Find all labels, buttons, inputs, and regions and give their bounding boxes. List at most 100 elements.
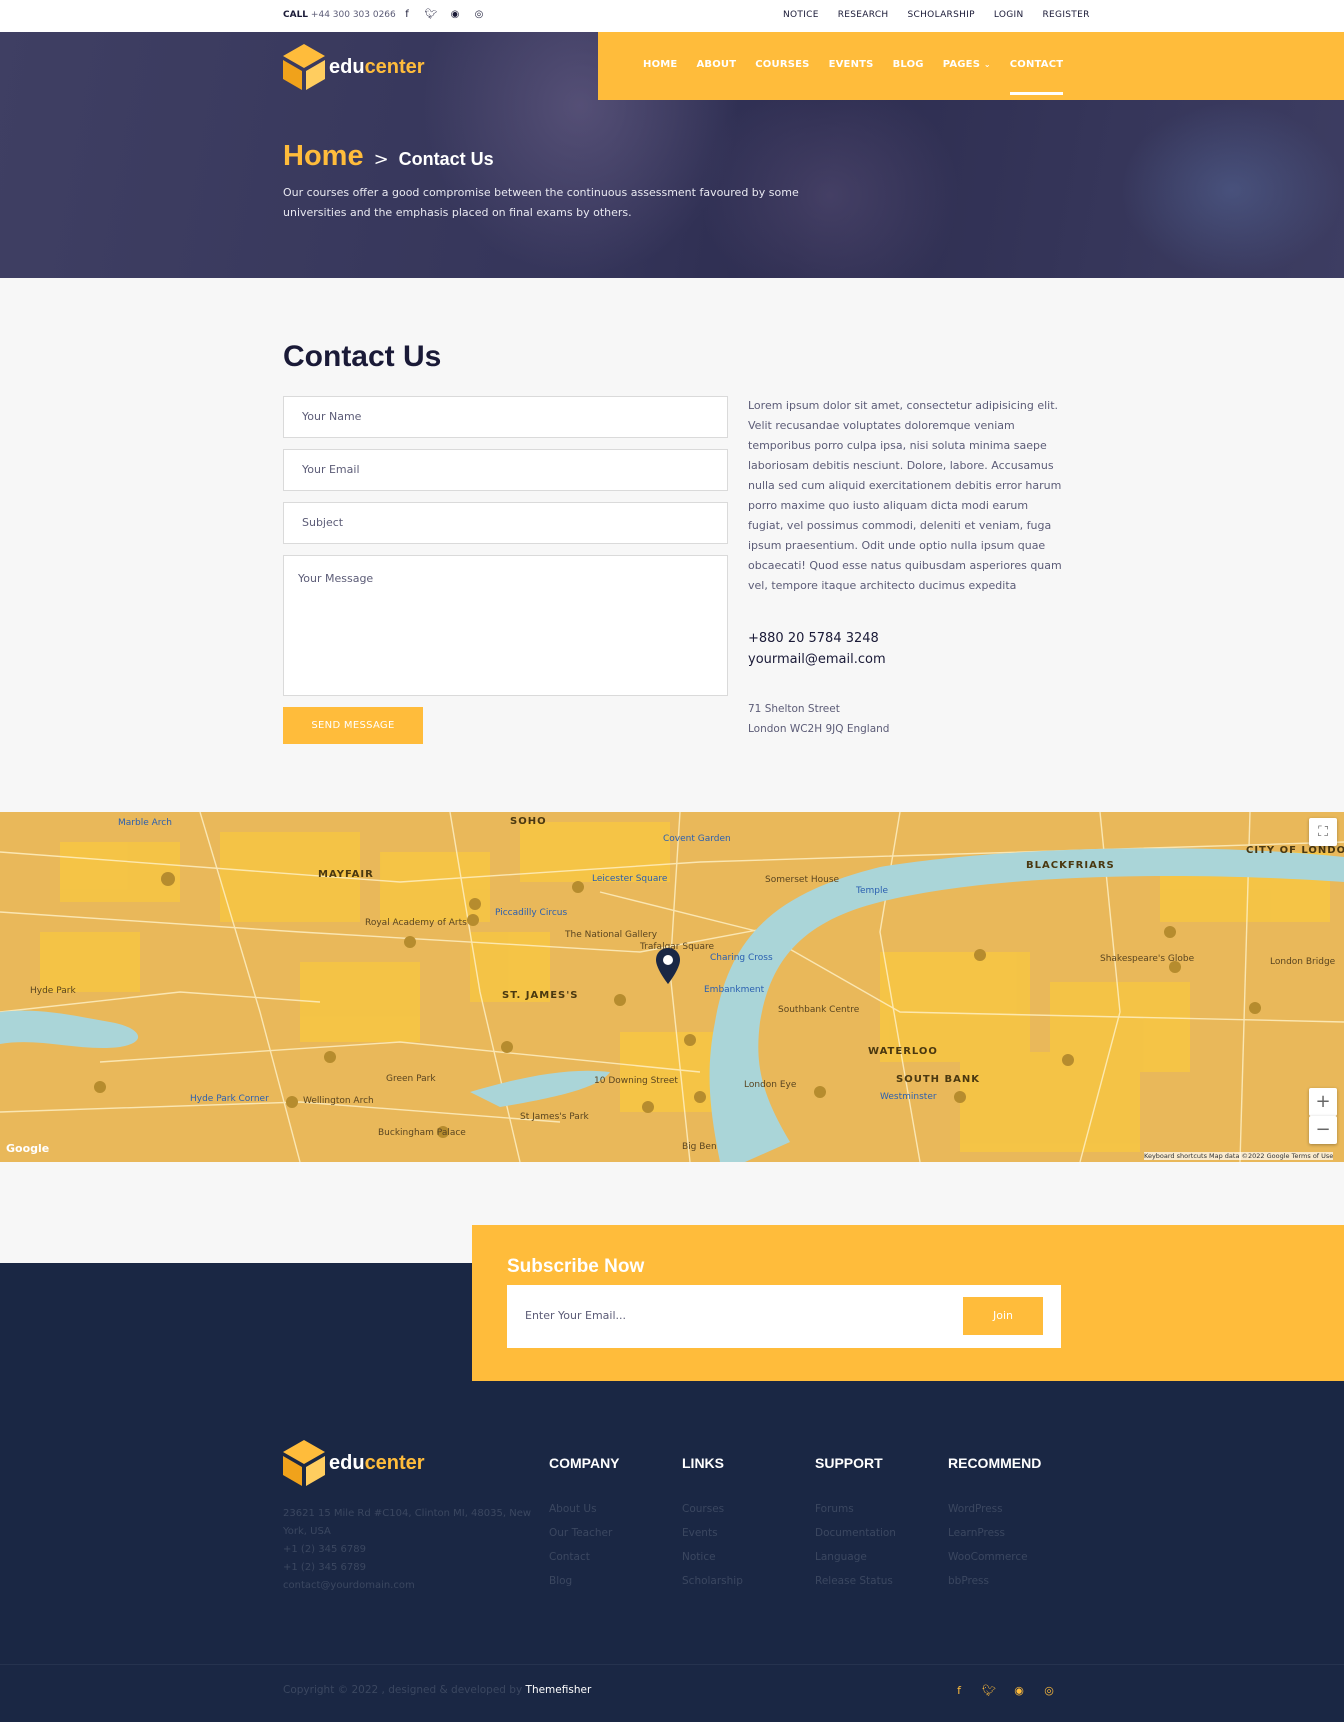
- map-label-downing-street: 10 Downing Street: [594, 1076, 678, 1086]
- google-map[interactable]: SOHO MAYFAIR ST. JAMES'S BLACKFRIARS CIT…: [0, 812, 1344, 1162]
- zoom-in-button[interactable]: +: [1309, 1088, 1337, 1116]
- footer-link[interactable]: Courses: [682, 1497, 822, 1521]
- nav-contact[interactable]: CONTACT: [1009, 59, 1064, 95]
- map-canvas: [0, 812, 1344, 1162]
- footer-link[interactable]: Language: [815, 1545, 955, 1569]
- map-label-national-gallery: The National Gallery: [565, 930, 658, 940]
- top-bar: CALL +44 300 303 0266 f 🐦︎ ◉ ◎ NOTICE RE…: [0, 0, 1344, 32]
- subject-input[interactable]: Subject: [283, 502, 728, 544]
- toplink-register[interactable]: REGISTER: [1043, 10, 1090, 20]
- toplink-notice[interactable]: NOTICE: [783, 10, 819, 20]
- toplink-login[interactable]: LOGIN: [994, 10, 1024, 20]
- facebook-icon[interactable]: f: [952, 1684, 966, 1698]
- footer-link[interactable]: Blog: [549, 1569, 689, 1593]
- footer-logo-edu: edu: [329, 1451, 365, 1474]
- footer-column-title: SUPPORT: [815, 1455, 883, 1471]
- footer-link[interactable]: Documentation: [815, 1521, 955, 1545]
- twitter-icon[interactable]: 🐦︎: [982, 1684, 996, 1698]
- instagram-icon[interactable]: ◎: [472, 8, 486, 22]
- logo-cube-icon: [283, 44, 325, 90]
- join-button[interactable]: Join: [963, 1297, 1043, 1335]
- map-label-temple: Temple: [856, 886, 889, 896]
- breadcrumb-current: Contact Us: [398, 149, 494, 169]
- footer-link[interactable]: Forums: [815, 1497, 955, 1521]
- call-info: CALL +44 300 303 0266: [283, 10, 396, 20]
- map-label-southbank-centre: Southbank Centre: [778, 1005, 860, 1015]
- map-label-somerset-house: Somerset House: [765, 875, 840, 885]
- footer-link[interactable]: Our Teacher: [549, 1521, 689, 1545]
- message-textarea[interactable]: Your Message: [283, 555, 728, 696]
- top-links: NOTICE RESEARCH SCHOLARSHIP LOGIN REGIST…: [783, 10, 1090, 20]
- toplink-research[interactable]: RESEARCH: [838, 10, 889, 20]
- footer-logo[interactable]: educenter: [283, 1440, 425, 1486]
- footer-social-links: f 🐦︎ ◉ ◎: [952, 1684, 1056, 1698]
- footer-email[interactable]: contact@yourdomain.com: [283, 1577, 533, 1595]
- fullscreen-button[interactable]: ⛶: [1309, 818, 1337, 846]
- footer-link[interactable]: Scholarship: [682, 1569, 822, 1593]
- send-message-button[interactable]: SEND MESSAGE: [283, 707, 423, 744]
- footer-address: 23621 15 Mile Rd #C104, Clinton MI, 4803…: [283, 1508, 532, 1537]
- contact-description: Lorem ipsum dolor sit amet, consectetur …: [748, 399, 1062, 592]
- footer-phone-2: +1 (2) 345 6789: [283, 1562, 366, 1573]
- contact-address: 71 Shelton Street London WC2H 9JQ Englan…: [748, 699, 889, 739]
- map-label-london-eye: London Eye: [744, 1080, 797, 1090]
- github-icon[interactable]: ◉: [448, 8, 462, 22]
- contact-email[interactable]: yourmail@email.com: [748, 649, 886, 670]
- hero-description: Our courses offer a good compromise betw…: [283, 186, 799, 219]
- footer-link[interactable]: Contact: [549, 1545, 689, 1569]
- site-logo[interactable]: educenter: [283, 44, 425, 90]
- toplink-scholarship[interactable]: SCHOLARSHIP: [908, 10, 975, 20]
- nav-blog[interactable]: BLOG: [893, 59, 924, 70]
- footer-link[interactable]: About Us: [549, 1497, 689, 1521]
- logo-text-center: center: [364, 55, 425, 78]
- address-line-1: 71 Shelton Street: [748, 703, 840, 715]
- author-link[interactable]: Themefisher: [526, 1684, 592, 1696]
- github-icon[interactable]: ◉: [1012, 1684, 1026, 1698]
- facebook-icon[interactable]: f: [400, 8, 414, 22]
- footer-column-company: COMPANY About Us Our Teacher Contact Blo…: [549, 1455, 689, 1593]
- nav-events[interactable]: EVENTS: [829, 59, 874, 70]
- nav-about[interactable]: ABOUT: [696, 59, 736, 70]
- google-logo: Google: [6, 1142, 50, 1155]
- page-title: Contact Us: [283, 340, 442, 373]
- map-label-st-james-park: St James's Park: [520, 1112, 589, 1122]
- map-label-buckingham: Buckingham Palace: [378, 1128, 466, 1138]
- footer-link[interactable]: WooCommerce: [948, 1545, 1088, 1569]
- call-phone: +44 300 303 0266: [310, 10, 396, 20]
- footer-link[interactable]: Notice: [682, 1545, 822, 1569]
- map-label-covent-garden: Covent Garden: [663, 834, 731, 844]
- map-attribution[interactable]: Keyboard shortcuts Map data ©2022 Google…: [1144, 1152, 1334, 1160]
- map-label-south-bank: SOUTH BANK: [896, 1074, 980, 1085]
- nav-pages[interactable]: PAGES ⌄: [943, 59, 991, 70]
- footer-column-title: COMPANY: [549, 1455, 620, 1471]
- zoom-out-button[interactable]: −: [1309, 1116, 1337, 1144]
- footer-link[interactable]: Events: [682, 1521, 822, 1545]
- map-label-piccadilly-circus: Piccadilly Circus: [495, 908, 568, 918]
- map-label-mayfair: MAYFAIR: [318, 869, 374, 880]
- chevron-down-icon: ⌄: [983, 60, 991, 69]
- map-label-globe: Shakespeare's Globe: [1100, 954, 1195, 964]
- footer-phone-1: +1 (2) 345 6789: [283, 1544, 366, 1555]
- email-input[interactable]: Your Email: [283, 449, 728, 491]
- map-pin-icon[interactable]: [656, 948, 680, 984]
- logo-text-edu: edu: [329, 55, 365, 78]
- footer-link[interactable]: WordPress: [948, 1497, 1088, 1521]
- instagram-icon[interactable]: ◎: [1042, 1684, 1056, 1698]
- subscribe-email-input[interactable]: Enter Your Email...: [525, 1309, 626, 1322]
- name-input[interactable]: Your Name: [283, 396, 728, 438]
- map-label-hyde-park: Hyde Park: [30, 986, 76, 996]
- nav-home[interactable]: HOME: [643, 59, 677, 70]
- nav-courses[interactable]: COURSES: [755, 59, 809, 70]
- map-label-embankment: Embankment: [704, 985, 765, 995]
- map-label-marble-arch: Marble Arch: [118, 818, 172, 828]
- twitter-icon[interactable]: 🐦︎: [424, 8, 438, 22]
- footer-logo-center: center: [364, 1451, 425, 1474]
- footer-link[interactable]: bbPress: [948, 1569, 1088, 1593]
- footer-link[interactable]: Release Status: [815, 1569, 955, 1593]
- map-label-waterloo: WATERLOO: [868, 1046, 938, 1057]
- map-label-soho: SOHO: [510, 816, 547, 827]
- logo-cube-icon: [283, 1440, 325, 1486]
- breadcrumb-home[interactable]: Home: [283, 140, 364, 173]
- footer-column-links: LINKS Courses Events Notice Scholarship: [682, 1455, 822, 1593]
- footer-link[interactable]: LearnPress: [948, 1521, 1088, 1545]
